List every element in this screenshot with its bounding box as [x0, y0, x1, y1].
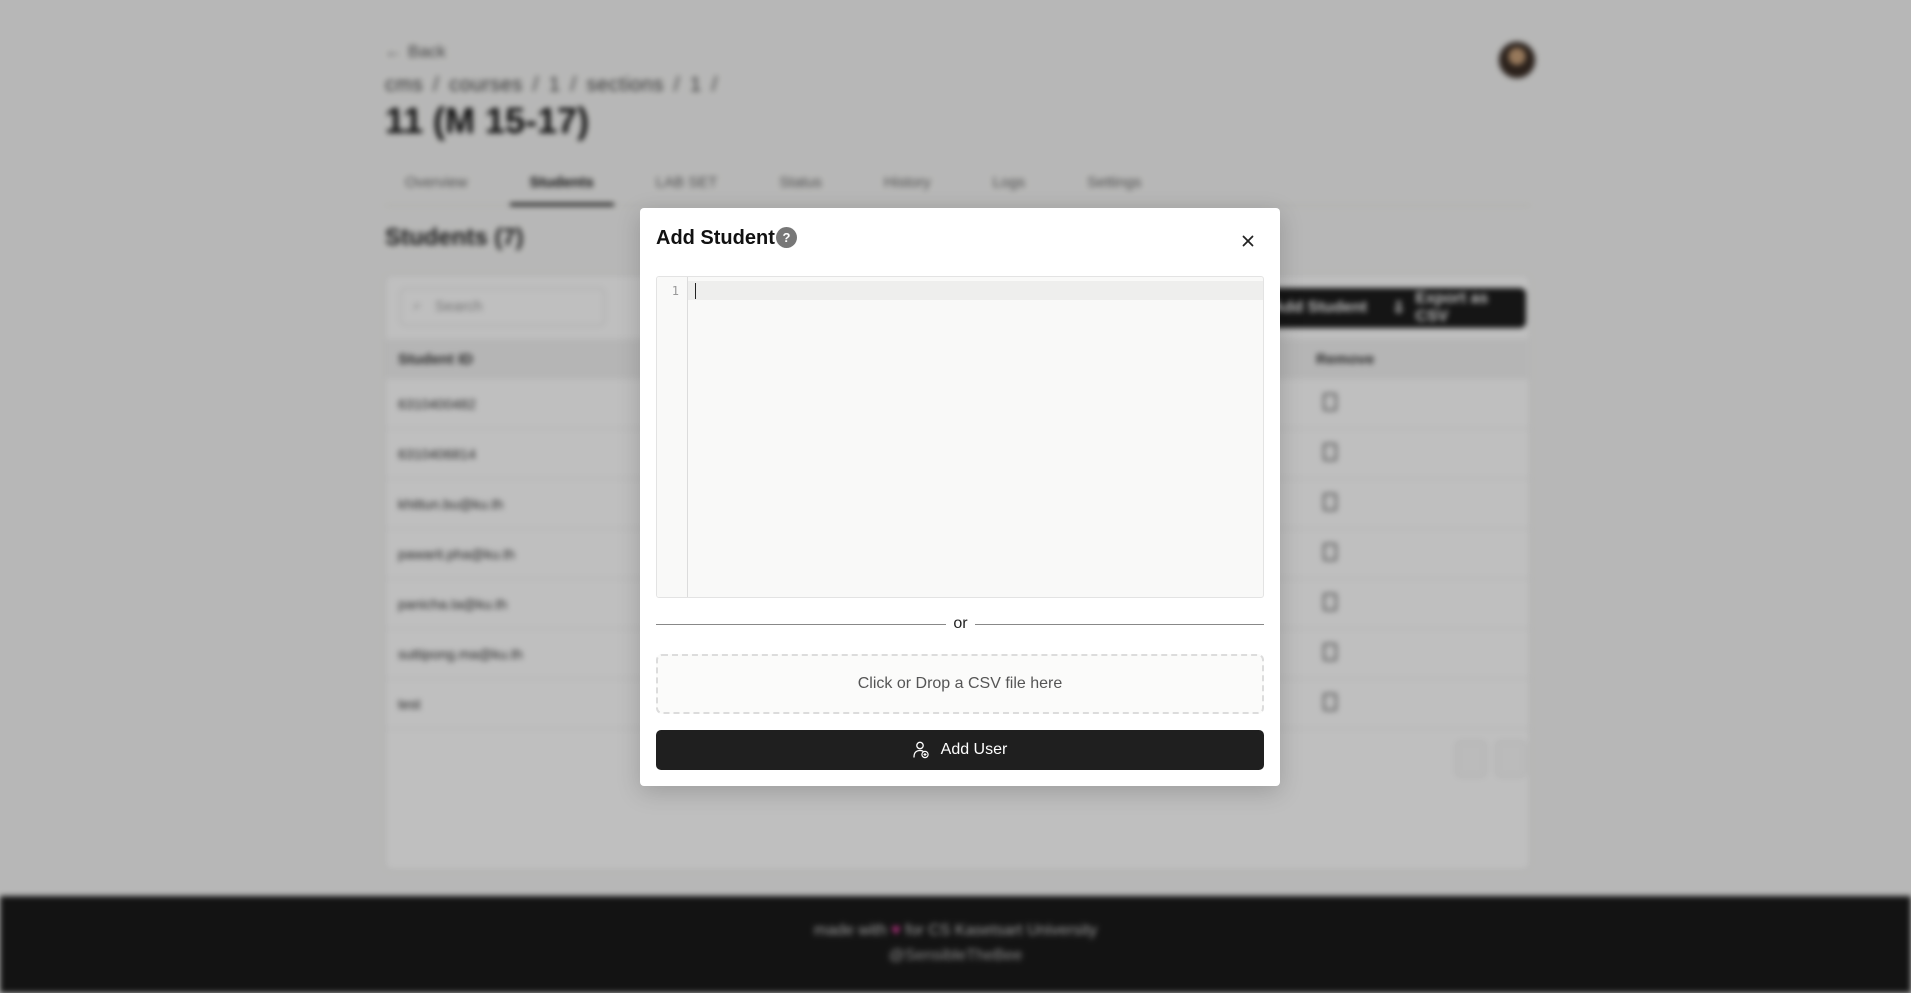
add-student-modal: Add Student ? 1 or Click or Drop a CSV f…	[640, 208, 1280, 786]
close-icon	[1242, 235, 1254, 247]
divider-line	[656, 624, 946, 625]
close-button[interactable]	[1235, 228, 1261, 254]
modal-title: Add Student	[656, 227, 775, 249]
add-user-label: Add User	[940, 741, 1008, 758]
help-circle-icon[interactable]: ?	[776, 227, 797, 248]
student-list-input[interactable]	[688, 277, 1263, 597]
add-user-button[interactable]: Add User	[656, 730, 1264, 770]
csv-dropzone[interactable]: Click or Drop a CSV file here	[656, 654, 1264, 714]
code-editor: 1	[656, 276, 1264, 598]
divider-line	[975, 624, 1264, 625]
divider-text: or	[953, 615, 968, 632]
line-gutter: 1	[657, 277, 688, 597]
or-divider: or	[656, 614, 1264, 634]
user-add-icon	[912, 741, 929, 759]
line-number: 1	[671, 284, 679, 298]
